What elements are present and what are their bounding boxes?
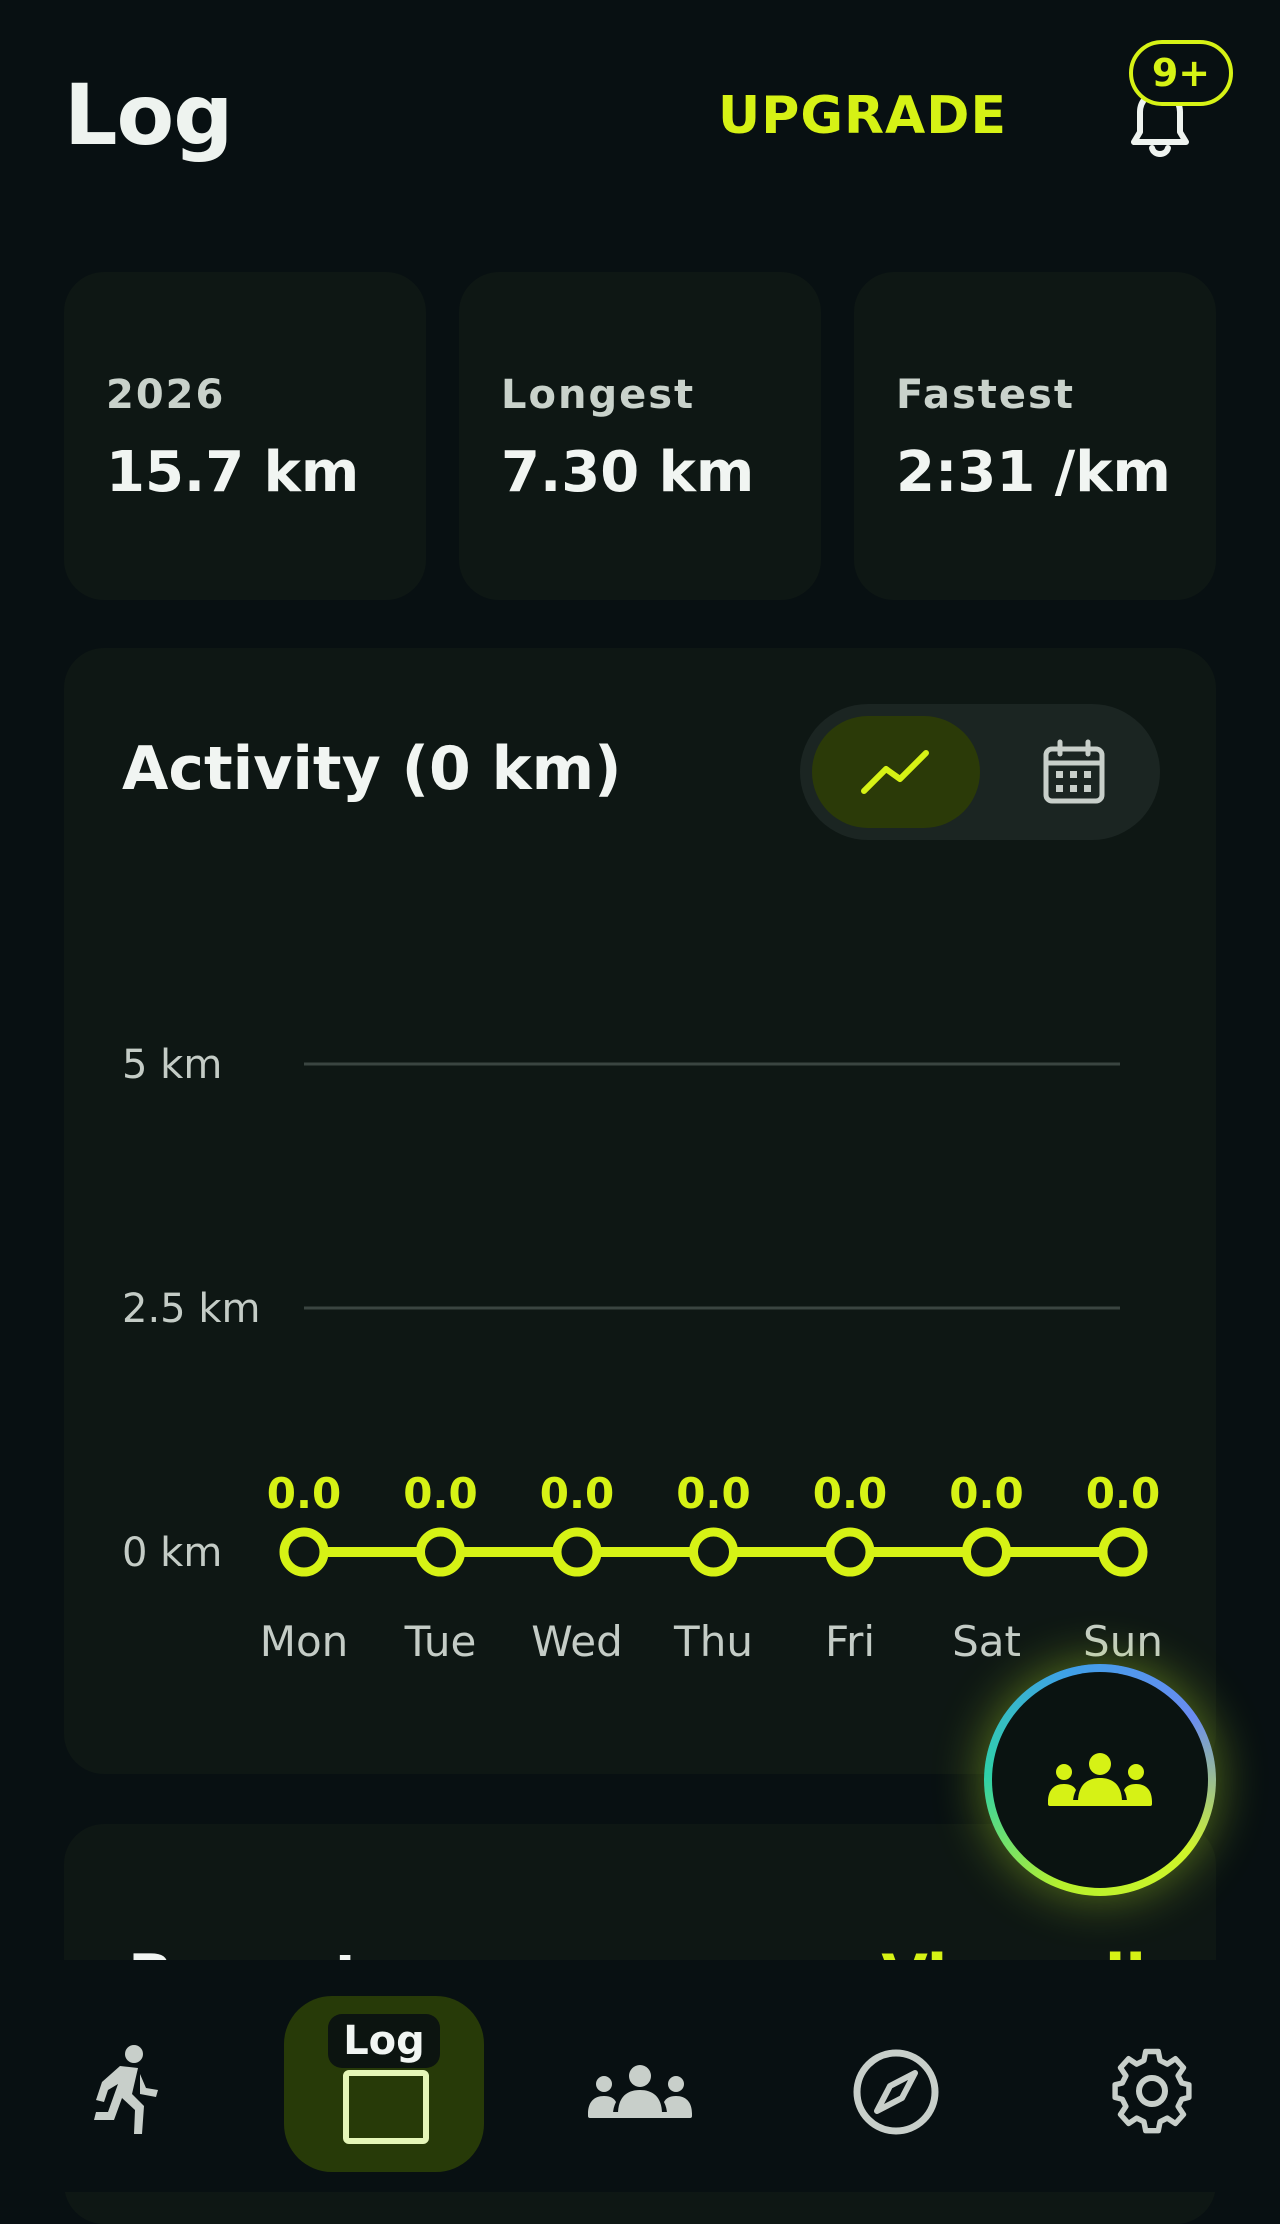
page-title: Log bbox=[64, 66, 233, 164]
nav-log-label: Log bbox=[328, 2014, 440, 2068]
data-label: 0.0 bbox=[1086, 1469, 1160, 1518]
stat-card-year[interactable]: 2026 15.7 km bbox=[64, 272, 426, 600]
x-tick-label: Mon bbox=[260, 1617, 349, 1666]
nav-log[interactable]: Log bbox=[284, 1996, 484, 2172]
data-point bbox=[962, 1527, 1011, 1577]
x-tick-label: Sun bbox=[1083, 1617, 1163, 1666]
activity-card: Activity (0 km) 0 km 2.5 km 5 km 0.0 Mon 0.0 T… bbox=[64, 648, 1216, 1774]
activity-chart: 0 km 2.5 km 5 km 0.0 Mon 0.0 Tue 0.0 Wed 0.0 Thu 0.… bbox=[122, 1042, 1163, 1666]
data-label: 0.0 bbox=[676, 1469, 750, 1518]
notification-badge: 9+ bbox=[1129, 40, 1233, 106]
data-label: 0.0 bbox=[949, 1469, 1023, 1518]
nav-settings[interactable] bbox=[1052, 1960, 1252, 2192]
group-run-fab[interactable] bbox=[984, 1664, 1216, 1896]
data-point bbox=[1098, 1527, 1148, 1577]
data-label: 0.0 bbox=[540, 1469, 614, 1518]
x-tick-label: Fri bbox=[825, 1617, 875, 1666]
compass-icon bbox=[853, 2049, 939, 2135]
data-point bbox=[552, 1527, 602, 1577]
data-label: 0.0 bbox=[403, 1469, 477, 1518]
run-icon bbox=[94, 2045, 158, 2134]
x-tick-label: Tue bbox=[404, 1617, 477, 1666]
data-label: 0.0 bbox=[813, 1469, 887, 1518]
data-point bbox=[279, 1527, 329, 1577]
data-point bbox=[825, 1527, 875, 1577]
stat-value: 7.30 km bbox=[501, 440, 755, 505]
log-icon bbox=[343, 2070, 429, 2144]
data-point bbox=[689, 1527, 738, 1577]
y-tick-label: 0 km bbox=[122, 1530, 222, 1576]
y-tick-label: 2.5 km bbox=[122, 1286, 260, 1332]
y-tick-label: 5 km bbox=[122, 1042, 222, 1088]
stat-label: Fastest bbox=[896, 372, 1075, 418]
stat-label: Longest bbox=[501, 372, 696, 418]
group-icon bbox=[1048, 1753, 1152, 1806]
upgrade-button[interactable]: UPGRADE bbox=[718, 86, 1007, 146]
x-tick-label: Sat bbox=[952, 1617, 1021, 1666]
stat-card-longest[interactable]: Longest 7.30 km bbox=[459, 272, 821, 600]
x-tick-label: Wed bbox=[531, 1617, 623, 1666]
gear-icon bbox=[1112, 2048, 1192, 2134]
group-icon bbox=[588, 2065, 692, 2118]
bottom-nav: Log bbox=[0, 1960, 1280, 2192]
data-point bbox=[416, 1527, 465, 1577]
nav-run[interactable] bbox=[28, 1960, 228, 2192]
fab-inner bbox=[992, 1672, 1208, 1888]
stat-label: 2026 bbox=[106, 372, 226, 418]
stat-value: 2:31 /km bbox=[896, 440, 1171, 505]
nav-explore[interactable] bbox=[796, 1960, 996, 2192]
stat-value: 15.7 km bbox=[106, 440, 360, 505]
nav-community[interactable] bbox=[540, 1960, 740, 2192]
x-tick-label: Thu bbox=[673, 1617, 753, 1666]
data-label: 0.0 bbox=[267, 1469, 341, 1518]
stat-card-fastest[interactable]: Fastest 2:31 /km bbox=[854, 272, 1216, 600]
